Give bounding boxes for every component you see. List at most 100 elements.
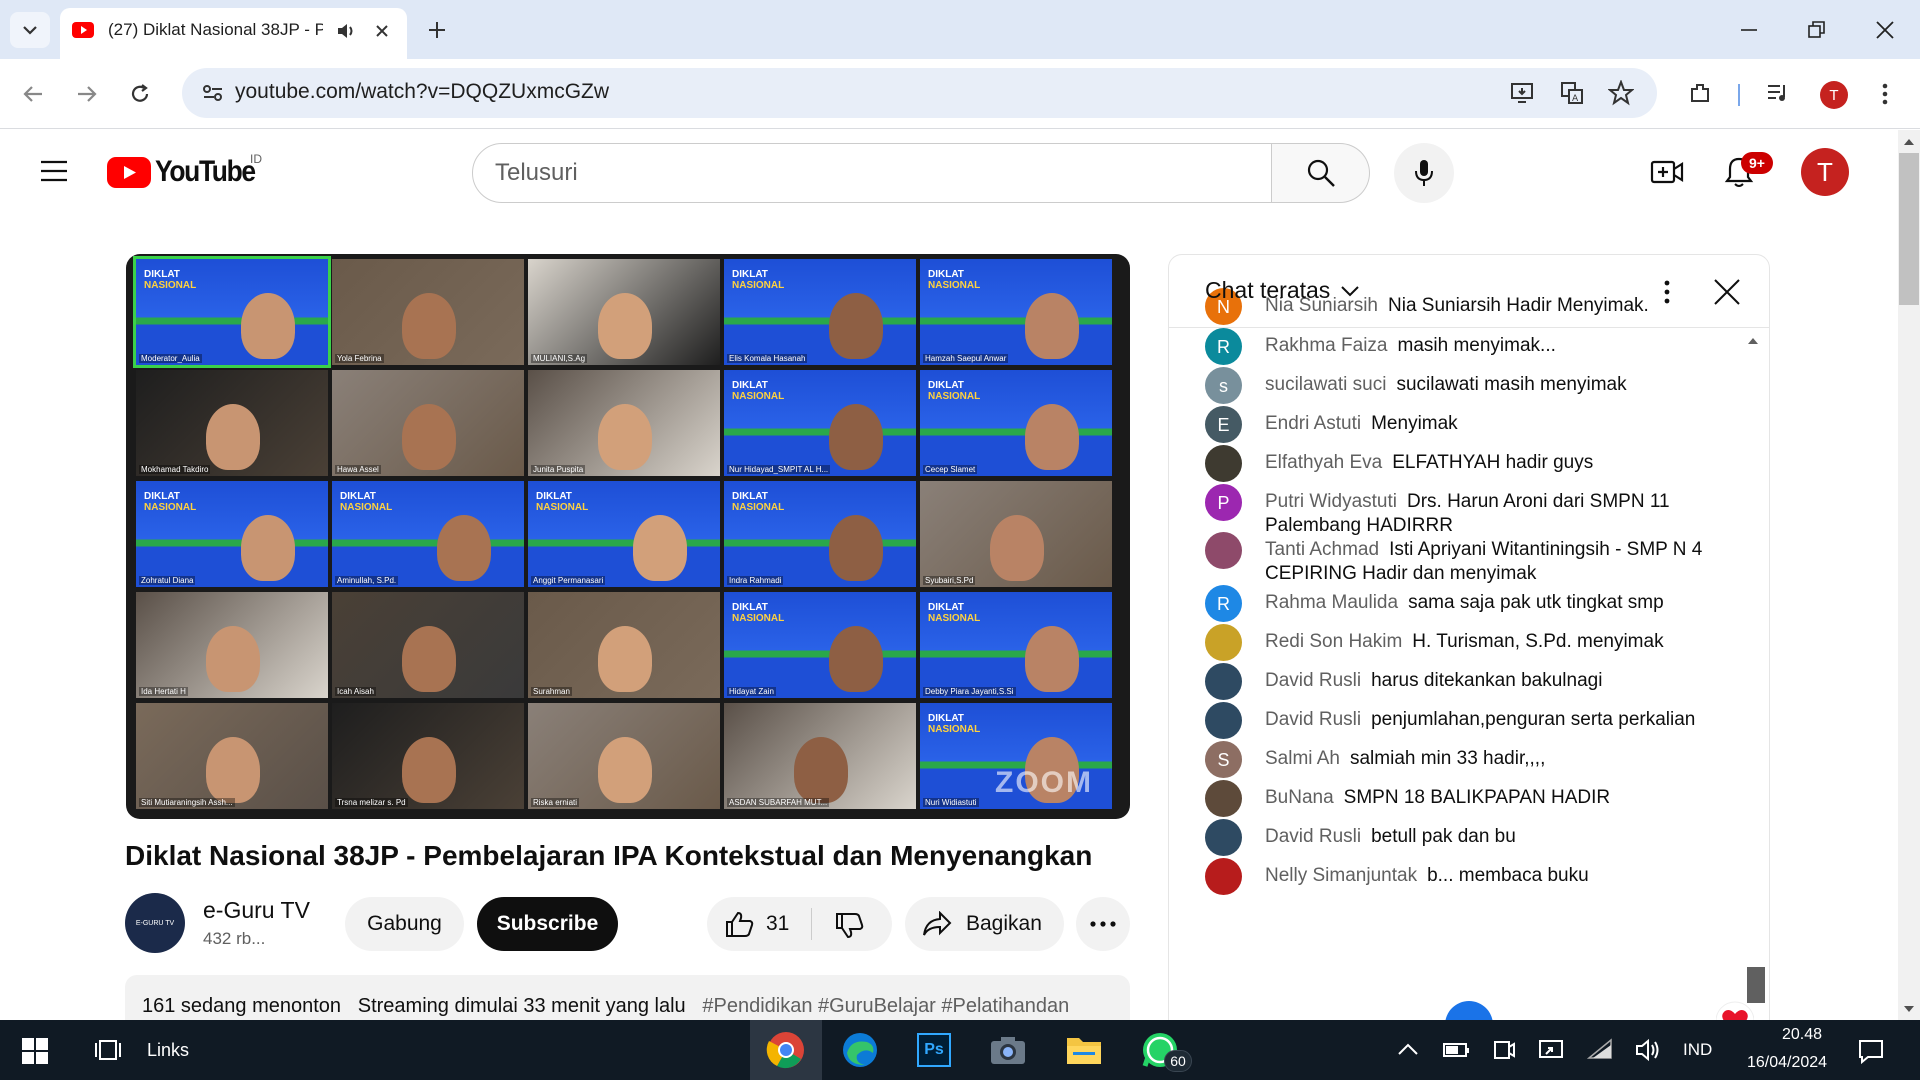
account-avatar[interactable]: T — [1801, 148, 1849, 196]
participant-video-tile[interactable]: Hawa Assel — [332, 370, 524, 476]
chat-author-name[interactable]: Rakhma Faiza — [1265, 335, 1388, 356]
chat-author-avatar[interactable] — [1205, 624, 1242, 661]
chat-author-avatar[interactable] — [1205, 532, 1242, 569]
address-bar[interactable]: youtube.com/watch?v=DQQZUxmcGZw A — [182, 68, 1657, 118]
chat-author-name[interactable]: David Rusli — [1265, 670, 1361, 691]
chat-author-avatar[interactable]: s — [1205, 367, 1242, 404]
media-control-icon[interactable] — [1766, 82, 1790, 104]
show-hidden-icons-chevron-icon[interactable] — [1397, 1042, 1419, 1056]
channel-name[interactable]: e-Guru TV — [203, 897, 310, 924]
participant-video-tile[interactable]: Mokhamad Takdiro — [136, 370, 328, 476]
chat-author-avatar[interactable]: R — [1205, 585, 1242, 622]
chat-author-avatar[interactable]: R — [1205, 328, 1242, 365]
page-scrollbar-thumb[interactable] — [1899, 153, 1919, 305]
create-video-icon[interactable] — [1650, 158, 1684, 186]
clock-time[interactable]: 20.48 — [1760, 1026, 1844, 1044]
participant-video-tile[interactable]: DIKLAT NASIONAL Indra Rahmadi — [724, 481, 916, 587]
task-view-icon[interactable] — [94, 1037, 122, 1063]
participant-video-tile[interactable]: Ida Hertati H — [136, 592, 328, 698]
participant-video-tile[interactable]: MULIANI,S.Ag — [528, 259, 720, 365]
participant-video-tile[interactable]: DIKLAT NASIONAL Debby Piara Jayanti,S.Si — [920, 592, 1112, 698]
like-icon[interactable] — [725, 910, 755, 938]
chat-author-avatar[interactable] — [1205, 702, 1242, 739]
chat-author-avatar[interactable] — [1205, 858, 1242, 895]
chat-author-name[interactable]: BuNana — [1265, 787, 1334, 808]
windows-start-icon[interactable] — [22, 1038, 48, 1064]
edge-taskbar-icon[interactable] — [836, 1026, 884, 1074]
search-input[interactable]: Telusuri — [472, 143, 1272, 203]
window-close-icon[interactable] — [1876, 21, 1894, 39]
chrome-taskbar-icon[interactable] — [762, 1026, 810, 1074]
screen-mirror-icon[interactable] — [1538, 1038, 1564, 1062]
subscribe-button[interactable]: Subscribe — [477, 897, 618, 951]
chat-author-name[interactable]: Redi Son Hakim — [1265, 631, 1402, 652]
chat-scroll-up-icon[interactable] — [1747, 337, 1759, 345]
clock-date[interactable]: 16/04/2024 — [1730, 1054, 1844, 1072]
volume-icon[interactable] — [1634, 1038, 1660, 1062]
file-explorer-taskbar-icon[interactable] — [1060, 1026, 1108, 1074]
participant-video-tile[interactable]: Icah Aisah — [332, 592, 524, 698]
reload-icon[interactable] — [129, 83, 151, 105]
video-player[interactable]: DIKLAT NASIONAL Moderator_Aulia Yola Febrin… — [126, 254, 1130, 819]
channel-avatar[interactable]: E-GURU TV — [125, 893, 185, 953]
chat-author-name[interactable]: Rahma Maulida — [1265, 592, 1398, 613]
chat-menu-icon[interactable] — [1664, 279, 1670, 305]
chat-author-name[interactable]: Nelly Simanjuntak — [1265, 865, 1417, 886]
forward-icon[interactable] — [76, 84, 98, 104]
search-button[interactable] — [1272, 143, 1370, 203]
back-icon[interactable] — [22, 84, 44, 104]
notification-center-icon[interactable] — [1858, 1038, 1884, 1064]
participant-video-tile[interactable]: ASDAN SUBARFAH MUT... — [724, 703, 916, 809]
bookmark-star-icon[interactable] — [1608, 80, 1634, 106]
links-toolbar-label[interactable]: Links — [147, 1040, 189, 1061]
install-app-icon[interactable] — [1510, 81, 1534, 105]
participant-video-tile[interactable]: Syubairi,S.Pd — [920, 481, 1112, 587]
chat-author-avatar[interactable] — [1205, 780, 1242, 817]
chat-author-avatar[interactable] — [1205, 819, 1242, 856]
chat-author-name[interactable]: Elfathyah Eva — [1265, 452, 1382, 473]
chat-author-name[interactable]: Endri Astuti — [1265, 413, 1361, 434]
chat-author-avatar[interactable]: S — [1205, 741, 1242, 778]
input-language[interactable]: IND — [1683, 1040, 1712, 1060]
scroll-up-arrow-icon[interactable] — [1903, 138, 1915, 146]
chat-author-name[interactable]: Salmi Ah — [1265, 748, 1340, 769]
tab-audio-icon[interactable] — [335, 21, 357, 41]
chat-author-avatar[interactable]: E — [1205, 406, 1242, 443]
camera-taskbar-icon[interactable] — [984, 1026, 1032, 1074]
scroll-down-arrow-icon[interactable] — [1903, 1005, 1915, 1013]
restore-icon[interactable] — [1808, 21, 1826, 39]
participant-video-tile[interactable]: Yola Febrina — [332, 259, 524, 365]
more-actions-button[interactable] — [1076, 897, 1130, 951]
chat-author-name[interactable]: Tanti Achmad — [1265, 539, 1379, 560]
participant-video-tile[interactable]: DIKLAT NASIONAL Cecep Slamet — [920, 370, 1112, 476]
chat-author-name[interactable]: Putri Widyastuti — [1265, 491, 1397, 512]
photoshop-taskbar-icon[interactable]: Ps — [910, 1026, 958, 1074]
browser-menu-icon[interactable] — [1882, 82, 1888, 106]
participant-video-tile[interactable]: Trsna melizar s. Pd — [332, 703, 524, 809]
extensions-icon[interactable] — [1688, 81, 1712, 105]
participant-video-tile[interactable]: DIKLAT NASIONAL Hamzah Saepul Anwar — [920, 259, 1112, 365]
hashtags[interactable]: #Pendidikan #GuruBelajar #Pelatihandan — [702, 995, 1069, 1017]
participant-video-tile[interactable]: DIKLAT NASIONAL Hidayat Zain — [724, 592, 916, 698]
chat-scrollbar-thumb[interactable] — [1747, 967, 1765, 1003]
chat-author-avatar[interactable]: P — [1205, 484, 1242, 521]
chat-author-name[interactable]: sucilawati suci — [1265, 374, 1386, 395]
new-tab-icon[interactable] — [427, 20, 447, 40]
chat-mode-selector[interactable]: Chat teratas — [1205, 277, 1360, 304]
site-info-icon[interactable] — [202, 83, 224, 103]
tab-close-icon[interactable] — [375, 24, 389, 38]
participant-video-tile[interactable]: Junita Puspita — [528, 370, 720, 476]
browser-profile-avatar[interactable]: T — [1820, 81, 1848, 109]
participant-video-tile[interactable]: DIKLAT NASIONAL Moderator_Aulia — [133, 256, 331, 368]
chat-author-avatar[interactable] — [1205, 445, 1242, 482]
participant-video-tile[interactable]: DIKLAT NASIONAL Elis Komala Hasanah — [724, 259, 916, 365]
join-button[interactable]: Gabung — [345, 897, 464, 951]
translate-icon[interactable]: A — [1560, 81, 1584, 105]
hamburger-menu-icon[interactable] — [40, 160, 68, 182]
participant-video-tile[interactable]: Siti Mutiaraningsih Assh... — [136, 703, 328, 809]
participant-video-tile[interactable]: DIKLAT NASIONAL Anggit Permanasari — [528, 481, 720, 587]
browser-tab-active[interactable]: (27) Diklat Nasional 38JP - P — [60, 8, 407, 59]
wifi-icon[interactable] — [1587, 1038, 1613, 1062]
camera-privacy-icon[interactable] — [1492, 1038, 1516, 1062]
participant-video-tile[interactable]: DIKLAT NASIONAL Aminullah, S.Pd. — [332, 481, 524, 587]
